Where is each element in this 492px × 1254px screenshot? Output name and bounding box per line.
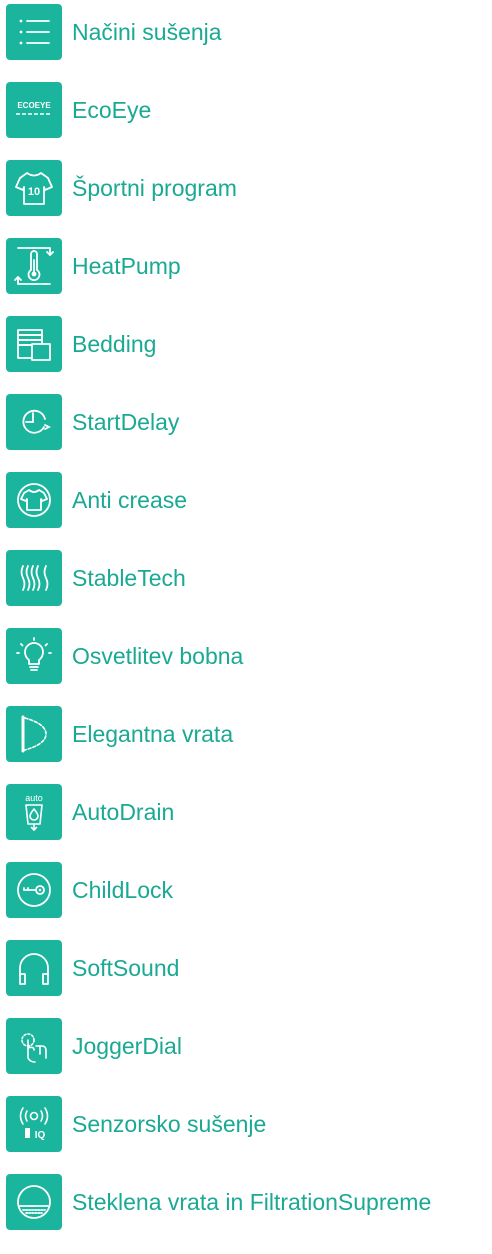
- ecoeye-icon: ECOEYE: [6, 82, 62, 138]
- autodrain-icon: auto: [6, 784, 62, 840]
- sports-shirt-icon: 10: [6, 160, 62, 216]
- feature-label: JoggerDial: [72, 1032, 182, 1059]
- feature-item-elegantna-vrata[interactable]: Elegantna vrata: [0, 704, 492, 764]
- clock-icon: [6, 394, 62, 450]
- stabletech-icon: [6, 550, 62, 606]
- feature-item-autodrain[interactable]: auto AutoDrain: [0, 782, 492, 842]
- feature-list: Načini sušenja ECOEYE EcoEye 10 Športni …: [0, 0, 492, 1254]
- feature-item-senzorsko-susenje[interactable]: IQ Senzorsko sušenje: [0, 1094, 492, 1154]
- key-icon: [6, 862, 62, 918]
- lightbulb-icon: [6, 628, 62, 684]
- list-icon: [6, 4, 62, 60]
- feature-label: Športni program: [72, 174, 237, 201]
- thermometer-icon: [6, 238, 62, 294]
- feature-label: Bedding: [72, 330, 157, 357]
- feature-label: AutoDrain: [72, 798, 175, 825]
- feature-item-bedding[interactable]: Bedding: [0, 314, 492, 374]
- feature-item-stabletech[interactable]: StableTech: [0, 548, 492, 608]
- feature-item-nacini-susenja[interactable]: Načini sušenja: [0, 2, 492, 62]
- feature-item-steklena-vrata[interactable]: Steklena vrata in FiltrationSupreme: [0, 1172, 492, 1232]
- feature-item-anti-crease[interactable]: Anti crease: [0, 470, 492, 530]
- feature-item-childlock[interactable]: ChildLock: [0, 860, 492, 920]
- bedding-icon: [6, 316, 62, 372]
- feature-item-sportni-program[interactable]: 10 Športni program: [0, 158, 492, 218]
- feature-label: StartDelay: [72, 408, 180, 435]
- feature-item-softsound[interactable]: SoftSound: [0, 938, 492, 998]
- feature-label: Anti crease: [72, 486, 188, 513]
- feature-label: Elegantna vrata: [72, 720, 234, 747]
- feature-label: Osvetlitev bobna: [72, 642, 244, 669]
- feature-label: Steklena vrata in FiltrationSupreme: [72, 1188, 432, 1215]
- headphones-icon: [6, 940, 62, 996]
- autodrain-icon-text: auto: [25, 793, 43, 803]
- feature-label: HeatPump: [72, 252, 181, 279]
- feature-label: EcoEye: [72, 96, 152, 123]
- jogger-dial-icon: [6, 1018, 62, 1074]
- feature-label: Načini sušenja: [72, 18, 222, 45]
- glass-door-icon: [6, 1174, 62, 1230]
- feature-item-osvetlitev-bobna[interactable]: Osvetlitev bobna: [0, 626, 492, 686]
- feature-label: Senzorsko sušenje: [72, 1110, 267, 1137]
- ecoeye-icon-text: ECOEYE: [17, 101, 51, 110]
- feature-label: SoftSound: [72, 954, 180, 981]
- sensor-icon: IQ: [6, 1096, 62, 1152]
- feature-item-startdelay[interactable]: StartDelay: [0, 392, 492, 452]
- shirt-icon: [6, 472, 62, 528]
- feature-label: StableTech: [72, 564, 186, 591]
- feature-item-joggerdial[interactable]: JoggerDial: [0, 1016, 492, 1076]
- feature-item-heatpump[interactable]: HeatPump: [0, 236, 492, 296]
- feature-item-ecoeye[interactable]: ECOEYE EcoEye: [0, 80, 492, 140]
- door-icon: [6, 706, 62, 762]
- feature-label: ChildLock: [72, 876, 173, 903]
- sensor-icon-text: IQ: [35, 1130, 46, 1141]
- sports-shirt-icon-text: 10: [28, 186, 40, 198]
